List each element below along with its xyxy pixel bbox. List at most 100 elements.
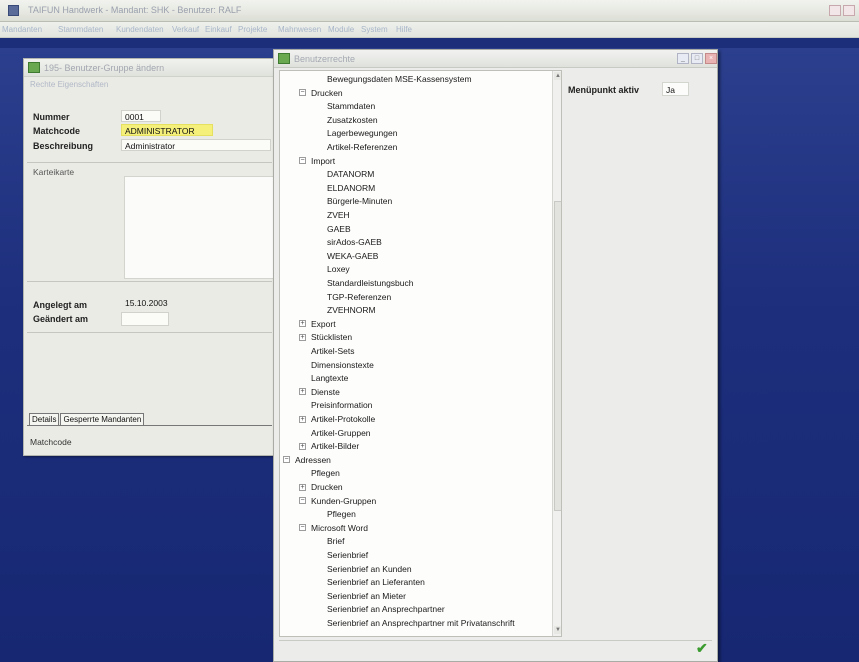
- tree-item[interactable]: Kunden-Gruppen: [311, 495, 376, 507]
- collapse-icon[interactable]: −: [299, 497, 306, 505]
- nummer-label: Nummer: [33, 112, 70, 122]
- maximize-icon[interactable]: □: [691, 53, 703, 64]
- tree-item[interactable]: Standardleistungsbuch: [327, 277, 413, 289]
- tree-item[interactable]: Zusatzkosten: [327, 114, 378, 126]
- tree-item[interactable]: Artikel-Protokolle: [311, 413, 375, 425]
- tree-item[interactable]: Stücklisten: [311, 331, 352, 343]
- tree-item[interactable]: Pflegen: [327, 508, 356, 520]
- tree-item[interactable]: Artikel-Gruppen: [311, 427, 371, 439]
- app-minimize-button[interactable]: [829, 5, 841, 16]
- group-dialog-title: 195- Benutzer-Gruppe ändern: [44, 63, 165, 73]
- group-dialog-titlebar: 195- Benutzer-Gruppe ändern: [24, 59, 273, 77]
- angelegt-label: Angelegt am: [33, 300, 88, 310]
- divider: [27, 332, 272, 333]
- dialog-app-icon: [278, 53, 290, 64]
- tree-item[interactable]: Brief: [327, 535, 344, 547]
- tree-item[interactable]: Serienbrief an Ansprechpartner: [327, 603, 445, 615]
- tree-item[interactable]: Pflegen: [311, 467, 340, 479]
- menu-item-stammdaten[interactable]: Stammdaten: [58, 25, 103, 34]
- expand-icon[interactable]: +: [299, 320, 306, 328]
- menu-item-einkauf[interactable]: Einkauf: [205, 25, 232, 34]
- rights-dialog: Benutzerrechte _ □ × ▲ ▼ Bewegungsdaten …: [273, 49, 718, 662]
- expand-icon[interactable]: +: [299, 388, 306, 396]
- tree-item[interactable]: Microsoft Word: [311, 522, 368, 534]
- tree-vertical-scrollbar[interactable]: ▲ ▼: [552, 71, 561, 636]
- confirm-check-icon[interactable]: ✔: [696, 640, 708, 657]
- tree-item[interactable]: Drucken: [311, 481, 343, 493]
- tree-item[interactable]: Export: [311, 318, 336, 330]
- tab-baseline: [27, 425, 272, 426]
- app-close-button[interactable]: [843, 5, 855, 16]
- dialog-bottom-divider: [279, 640, 712, 641]
- tree-item[interactable]: Serienbrief an Lieferanten: [327, 576, 425, 588]
- nummer-field[interactable]: 0001: [121, 110, 161, 122]
- tree-item[interactable]: Artikel-Referenzen: [327, 141, 397, 153]
- geaendert-field[interactable]: [121, 312, 169, 326]
- group-dialog-submenu[interactable]: Rechte Eigenschaften: [30, 80, 108, 89]
- expand-icon[interactable]: +: [299, 483, 306, 491]
- scroll-thumb[interactable]: [554, 201, 561, 511]
- menu-item-mahnwesen[interactable]: Mahnwesen: [278, 25, 321, 34]
- collapse-icon[interactable]: −: [299, 524, 306, 532]
- tree-item[interactable]: sirAdos-GAEB: [327, 236, 382, 248]
- menu-item-verkauf[interactable]: Verkauf: [172, 25, 199, 34]
- dialog-tabs: Details Gesperrte Mandanten: [29, 413, 145, 425]
- matchcode-label: Matchcode: [33, 126, 81, 136]
- expand-icon[interactable]: +: [299, 333, 306, 341]
- tab-details[interactable]: Details: [29, 413, 60, 425]
- tree-item[interactable]: ELDANORM: [327, 182, 375, 194]
- tree-item[interactable]: Artikel-Bilder: [311, 440, 359, 452]
- tree-item[interactable]: Dimensionstexte: [311, 359, 374, 371]
- tree-item[interactable]: WEKA-GAEB: [327, 250, 378, 262]
- rights-tree[interactable]: ▲ ▼ Bewegungsdaten MSE-Kassensystem − Druc…: [279, 70, 562, 637]
- tree-item[interactable]: Lagerbewegungen: [327, 127, 397, 139]
- geaendert-label: Geändert am: [33, 314, 89, 324]
- minimize-icon[interactable]: _: [677, 53, 689, 64]
- scroll-up-icon[interactable]: ▲: [554, 72, 561, 80]
- tab-gesperrte-mandanten[interactable]: Gesperrte Mandanten: [60, 413, 145, 425]
- tree-item[interactable]: Import: [311, 155, 335, 167]
- app-titlebar: TAIFUN Handwerk - Mandant: SHK - Benutze…: [0, 0, 859, 22]
- tree-item[interactable]: Preisinformation: [311, 399, 372, 411]
- angelegt-value: 15.10.2003: [125, 298, 168, 308]
- menu-item-mandanten[interactable]: Mandanten: [2, 25, 42, 34]
- collapse-icon[interactable]: −: [299, 89, 306, 97]
- expand-icon[interactable]: +: [299, 442, 306, 450]
- tree-item[interactable]: Loxey: [327, 263, 350, 275]
- tree-item[interactable]: DATANORM: [327, 168, 374, 180]
- beschreibung-field[interactable]: Administrator: [121, 139, 271, 151]
- menu-active-field[interactable]: Ja: [662, 82, 689, 96]
- tree-item[interactable]: Drucken: [311, 87, 343, 99]
- collapse-icon[interactable]: −: [283, 456, 290, 464]
- karteikarte-label: Karteikarte: [33, 167, 75, 177]
- tree-item[interactable]: Langtexte: [311, 372, 348, 384]
- menu-item-kundendaten[interactable]: Kundendaten: [116, 25, 164, 34]
- tree-item[interactable]: TGP-Referenzen: [327, 291, 391, 303]
- menu-item-hilfe[interactable]: Hilfe: [396, 25, 412, 34]
- expand-icon[interactable]: +: [299, 415, 306, 423]
- app-icon: [8, 5, 19, 16]
- tree-item[interactable]: Serienbrief: [327, 549, 368, 561]
- divider: [27, 162, 272, 163]
- tree-item[interactable]: Serienbrief an Mieter: [327, 590, 406, 602]
- tree-item[interactable]: Serienbrief an Ansprechpartner mit Priva…: [327, 617, 515, 629]
- menu-item-system[interactable]: System: [361, 25, 388, 34]
- tree-item[interactable]: ZVEHNORM: [327, 304, 376, 316]
- menu-item-projekte[interactable]: Projekte: [238, 25, 267, 34]
- tree-item[interactable]: Bewegungsdaten MSE-Kassensystem: [327, 73, 472, 85]
- tree-item[interactable]: Adressen: [295, 454, 331, 466]
- close-icon[interactable]: ×: [705, 53, 717, 64]
- tree-item[interactable]: Serienbrief an Kunden: [327, 563, 412, 575]
- tree-item[interactable]: Stammdaten: [327, 100, 375, 112]
- menu-item-module[interactable]: Module: [328, 25, 354, 34]
- tree-item[interactable]: GAEB: [327, 223, 351, 235]
- rights-dialog-title: Benutzerrechte: [294, 54, 356, 64]
- collapse-icon[interactable]: −: [299, 157, 306, 165]
- tree-item[interactable]: ZVEH: [327, 209, 350, 221]
- tree-item[interactable]: Bürgerle-Minuten: [327, 195, 392, 207]
- karteikarte-textarea[interactable]: [124, 176, 274, 279]
- matchcode-field[interactable]: ADMINISTRATOR: [121, 124, 213, 136]
- tree-item[interactable]: Artikel-Sets: [311, 345, 354, 357]
- tree-item[interactable]: Dienste: [311, 386, 340, 398]
- scroll-down-icon[interactable]: ▼: [554, 626, 561, 634]
